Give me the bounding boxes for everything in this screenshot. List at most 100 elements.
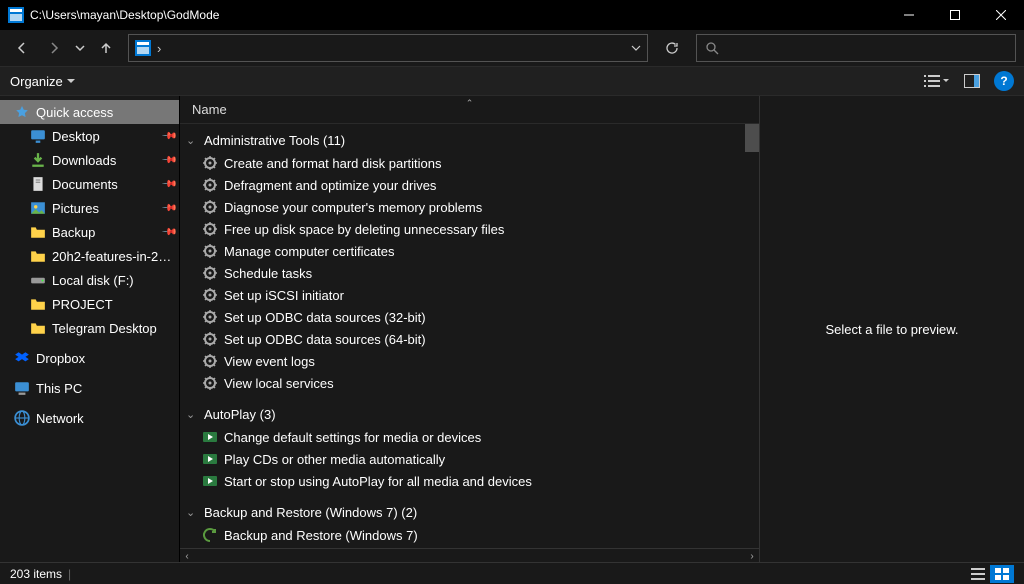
address-dropdown-icon[interactable]: [631, 43, 641, 53]
address-bar[interactable]: ›: [128, 34, 648, 62]
pin-icon: 📌: [160, 128, 177, 145]
item-icon: [202, 375, 218, 391]
sidebar-item-label: Documents: [52, 177, 118, 192]
item-label: Start or stop using AutoPlay for all med…: [224, 474, 532, 489]
status-item-count: 203 items: [10, 567, 62, 581]
group-header[interactable]: ⌄Administrative Tools (11): [180, 128, 745, 152]
thumbnails-view-button[interactable]: [990, 565, 1014, 583]
item-icon: [202, 309, 218, 325]
sidebar-item-downloads[interactable]: Downloads📌: [0, 148, 179, 172]
sidebar-item-label: Local disk (F:): [52, 273, 134, 288]
network-icon: [14, 410, 30, 426]
pin-icon: 📌: [160, 176, 177, 193]
scrollbar-thumb[interactable]: [745, 124, 759, 152]
search-box[interactable]: [696, 34, 1016, 62]
pin-icon: 📌: [160, 200, 177, 217]
sidebar-item-desktop[interactable]: Desktop📌: [0, 124, 179, 148]
sidebar-item-label: Backup: [52, 225, 95, 240]
downloads-icon: [30, 152, 46, 168]
sidebar-item-label: Network: [36, 411, 84, 426]
item-label: Set up ODBC data sources (64-bit): [224, 332, 426, 347]
group-title: AutoPlay (3): [204, 407, 276, 422]
list-item[interactable]: Set up ODBC data sources (64-bit): [180, 328, 745, 350]
item-icon: [202, 177, 218, 193]
list-item[interactable]: Free up disk space by deleting unnecessa…: [180, 218, 745, 240]
list-item[interactable]: Defragment and optimize your drives: [180, 174, 745, 196]
organize-label: Organize: [10, 74, 63, 89]
close-button[interactable]: [978, 0, 1024, 30]
sort-indicator-icon: ⌃: [466, 98, 474, 109]
refresh-button[interactable]: [658, 34, 686, 62]
sidebar-item-20h2-features-in-2004[interactable]: 20h2-features-in-2004: [0, 244, 179, 268]
list-item[interactable]: Backup and Restore (Windows 7): [180, 524, 745, 546]
sidebar-item-telegram-desktop[interactable]: Telegram Desktop: [0, 316, 179, 340]
item-label: Backup and Restore (Windows 7): [224, 528, 418, 543]
up-button[interactable]: [92, 34, 120, 62]
item-icon: [202, 429, 218, 445]
maximize-button[interactable]: [932, 0, 978, 30]
list-item[interactable]: Start or stop using AutoPlay for all med…: [180, 470, 745, 492]
organize-menu[interactable]: Organize: [10, 74, 75, 89]
list-item[interactable]: Change default settings for media or dev…: [180, 426, 745, 448]
sidebar-item-label: Pictures: [52, 201, 99, 216]
sidebar-item-documents[interactable]: Documents 📌: [0, 172, 179, 196]
scroll-left-icon[interactable]: ‹: [180, 549, 194, 563]
sidebar-root-network[interactable]: Network: [0, 406, 179, 430]
list-item[interactable]: Schedule tasks: [180, 262, 745, 284]
scroll-right-icon[interactable]: ›: [745, 549, 759, 563]
sidebar-root-dropbox[interactable]: Dropbox: [0, 346, 179, 370]
sidebar-quick-access[interactable]: Quick access: [0, 100, 179, 124]
breadcrumb-sep-icon[interactable]: ›: [157, 41, 161, 56]
group-title: Administrative Tools (11): [204, 133, 345, 148]
thispc-icon: [14, 380, 30, 396]
forward-button[interactable]: [40, 34, 68, 62]
list-item[interactable]: Set up ODBC data sources (32-bit): [180, 306, 745, 328]
recent-locations-button[interactable]: [72, 34, 88, 62]
sidebar-item-label: PROJECT: [52, 297, 113, 312]
search-icon: [705, 41, 719, 55]
star-icon: [14, 104, 30, 120]
navbar: ›: [0, 30, 1024, 66]
sidebar-item-label: Downloads: [52, 153, 116, 168]
minimize-button[interactable]: [886, 0, 932, 30]
sidebar-item-project[interactable]: PROJECT: [0, 292, 179, 316]
item-icon: [202, 221, 218, 237]
sidebar-item-local-disk-f-[interactable]: Local disk (F:): [0, 268, 179, 292]
vertical-scrollbar[interactable]: [745, 124, 759, 548]
item-label: Set up ODBC data sources (32-bit): [224, 310, 426, 325]
sidebar-item-label: Dropbox: [36, 351, 85, 366]
sidebar-item-backup[interactable]: Backup 📌: [0, 220, 179, 244]
folder-icon: [30, 320, 46, 336]
list-item[interactable]: Play CDs or other media automatically: [180, 448, 745, 470]
horizontal-scrollbar[interactable]: ‹ ›: [180, 548, 759, 562]
preview-pane-button[interactable]: [958, 69, 986, 93]
list-item[interactable]: Create and format hard disk partitions: [180, 152, 745, 174]
back-button[interactable]: [8, 34, 36, 62]
list-item[interactable]: Diagnose your computer's memory problems: [180, 196, 745, 218]
sidebar-root-this-pc[interactable]: This PC: [0, 376, 179, 400]
list-item[interactable]: Set up iSCSI initiator: [180, 284, 745, 306]
item-label: Play CDs or other media automatically: [224, 452, 445, 467]
item-label: Manage computer certificates: [224, 244, 395, 259]
item-label: Change default settings for media or dev…: [224, 430, 481, 445]
file-list: ⌄Administrative Tools (11)Create and for…: [180, 124, 759, 548]
view-options-button[interactable]: [916, 69, 956, 93]
toolbar: Organize ?: [0, 66, 1024, 96]
dropbox-icon: [14, 350, 30, 366]
titlebar: C:\Users\mayan\Desktop\GodMode: [0, 0, 1024, 30]
column-header-name[interactable]: Name ⌃: [180, 96, 759, 124]
help-button[interactable]: ?: [994, 71, 1014, 91]
item-label: Defragment and optimize your drives: [224, 178, 436, 193]
chevron-down-icon: ⌄: [186, 408, 198, 421]
item-label: Create and format hard disk partitions: [224, 156, 442, 171]
item-icon: [202, 331, 218, 347]
details-view-button[interactable]: [966, 565, 990, 583]
group-header[interactable]: ⌄Backup and Restore (Windows 7) (2): [180, 500, 745, 524]
sidebar-item-pictures[interactable]: Pictures 📌: [0, 196, 179, 220]
list-item[interactable]: View event logs: [180, 350, 745, 372]
pin-icon: 📌: [160, 224, 177, 241]
item-icon: [202, 451, 218, 467]
group-header[interactable]: ⌄ AutoPlay (3): [180, 402, 745, 426]
list-item[interactable]: Manage computer certificates: [180, 240, 745, 262]
list-item[interactable]: View local services: [180, 372, 745, 394]
